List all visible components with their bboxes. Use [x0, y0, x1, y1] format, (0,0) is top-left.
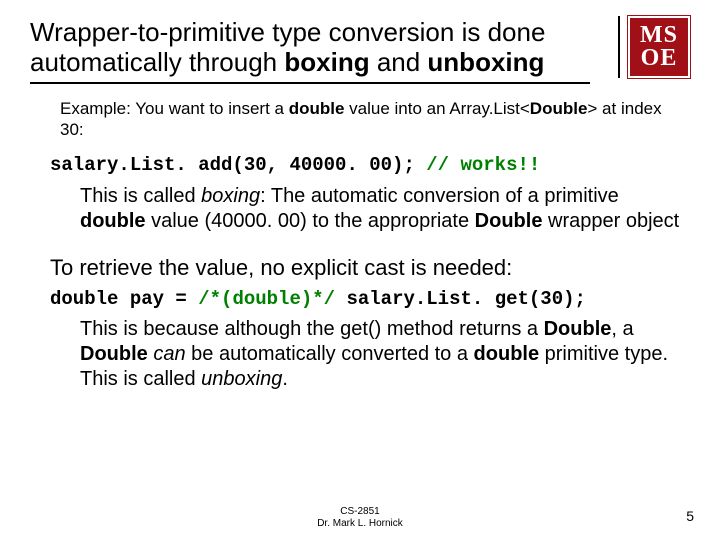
intro-b1: double — [289, 99, 345, 118]
box-t1: This is called — [80, 185, 201, 207]
box-b2: Double — [475, 210, 543, 232]
intro-t1: Example: You want to insert a — [60, 99, 289, 118]
code2-comment: /*(double)*/ — [198, 288, 335, 310]
msoe-logo: MS OE — [628, 16, 690, 78]
retrieve-line: To retrieve the value, no explicit cast … — [50, 254, 680, 282]
logo-divider: MS OE — [618, 16, 690, 78]
unb-i2: unboxing — [201, 368, 282, 390]
title-underline — [30, 82, 590, 84]
intro-t2: value into an Array.List< — [344, 99, 529, 118]
code1-black: salary.List. add(30, 40000. 00); — [50, 154, 426, 176]
slide: Wrapper-to-primitive type conversion is … — [0, 0, 720, 540]
unb-b2: Double — [80, 343, 148, 365]
box-t2: : The automatic conversion of a primitiv… — [260, 185, 619, 207]
intro-b2: Double — [530, 99, 588, 118]
unb-t1: This is because although the get() metho… — [80, 318, 544, 340]
title-row: Wrapper-to-primitive type conversion is … — [30, 18, 690, 84]
unb-i1: can — [153, 343, 185, 365]
boxing-paragraph: This is called boxing: The automatic con… — [60, 184, 680, 234]
logo-line-1: MS — [640, 24, 678, 47]
slide-title: Wrapper-to-primitive type conversion is … — [30, 18, 606, 78]
box-t3: value (40000. 00) to the appropriate — [146, 210, 475, 232]
unb-t2: , a — [611, 318, 633, 340]
example-intro: Example: You want to insert a double val… — [60, 98, 680, 141]
box-t4: wrapper object — [542, 210, 679, 232]
box-b1: double — [80, 210, 146, 232]
logo-line-2: OE — [641, 47, 678, 70]
unb-t6: . — [282, 368, 288, 390]
footer-course: CS-2851 — [0, 506, 720, 518]
title-block: Wrapper-to-primitive type conversion is … — [30, 18, 606, 84]
code2-black2: salary.List. get(30); — [335, 288, 586, 310]
code-line-1: salary.List. add(30, 40000. 00); // work… — [50, 154, 680, 178]
code-line-2: double pay = /*(double)*/ salary.List. g… — [50, 288, 680, 312]
box-bi1: boxing — [201, 185, 260, 207]
code1-comment: // works!! — [426, 154, 540, 176]
unboxing-paragraph: This is because although the get() metho… — [60, 317, 680, 392]
content-area: Example: You want to insert a double val… — [30, 98, 690, 393]
unb-b3: double — [474, 343, 540, 365]
title-bold-1: boxing — [284, 47, 369, 77]
unb-b1: Double — [544, 318, 612, 340]
unb-t4: be automatically converted to a — [186, 343, 474, 365]
page-number: 5 — [686, 508, 694, 524]
title-text-mid: and — [370, 47, 428, 77]
footer: CS-2851 Dr. Mark L. Hornick — [0, 506, 720, 530]
code2-black1: double pay = — [50, 288, 198, 310]
title-bold-2: unboxing — [427, 47, 544, 77]
footer-author: Dr. Mark L. Hornick — [0, 518, 720, 530]
